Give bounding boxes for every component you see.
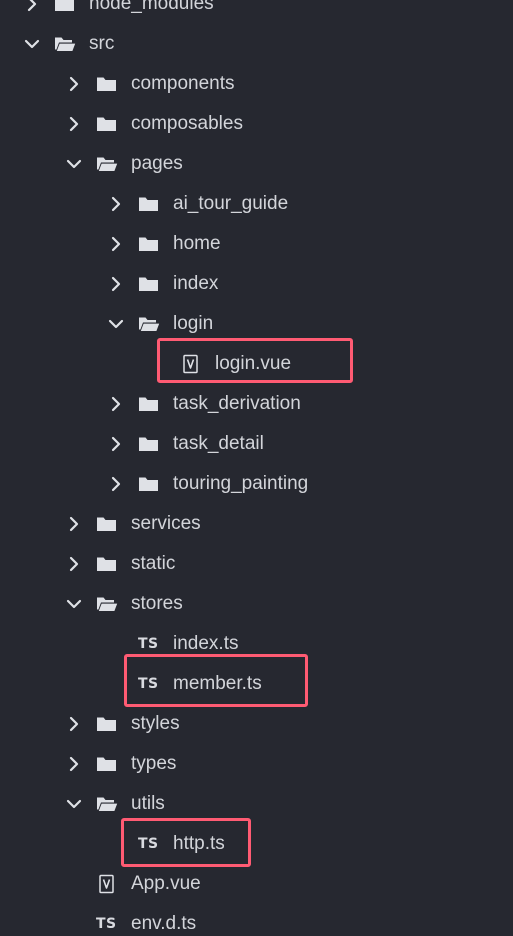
chevron-down-icon[interactable] <box>66 156 82 172</box>
chevron-right-icon[interactable] <box>66 556 82 572</box>
folder-icon <box>96 114 118 134</box>
tree-folder-task-detail[interactable]: task_detail <box>0 424 513 464</box>
folder-open-icon <box>54 34 76 54</box>
tree-folder-static[interactable]: static <box>0 544 513 584</box>
folder-icon <box>138 274 160 294</box>
tree-item-label: services <box>131 513 201 534</box>
tree-folder-task-derivation[interactable]: task_derivation <box>0 384 513 424</box>
tree-item-label: utils <box>131 793 165 814</box>
tree-folder-home[interactable]: home <box>0 224 513 264</box>
chevron-right-icon[interactable] <box>66 716 82 732</box>
tree-item-label: login <box>173 313 214 334</box>
folder-icon <box>138 434 160 454</box>
folder-icon <box>96 514 118 534</box>
tree-file-env-d-ts[interactable]: TS env.d.ts <box>0 904 513 936</box>
chevron-down-icon[interactable] <box>24 36 40 52</box>
folder-icon <box>138 394 160 414</box>
tree-item-label: login.vue <box>215 353 292 374</box>
chevron-right-icon[interactable] <box>108 476 124 492</box>
tree-folder-styles[interactable]: styles <box>0 704 513 744</box>
tree-item-label: ai_tour_guide <box>173 193 289 214</box>
tree-item-label: task_detail <box>173 433 264 454</box>
tree-item-label: components <box>131 73 235 94</box>
chevron-right-icon[interactable] <box>66 756 82 772</box>
chevron-right-icon[interactable] <box>108 276 124 292</box>
tree-file-index-ts[interactable]: TS index.ts <box>0 624 513 664</box>
folder-icon <box>138 234 160 254</box>
tree-item-label: node_modules <box>89 0 214 14</box>
tree-item-label: task_derivation <box>173 393 301 414</box>
tree-item-label: http.ts <box>173 833 225 854</box>
chevron-right-icon[interactable] <box>108 236 124 252</box>
tree-item-label: member.ts <box>173 673 262 694</box>
chevron-right-icon[interactable] <box>66 76 82 92</box>
vue-file-icon <box>96 874 118 894</box>
tree-item-label: stores <box>131 593 183 614</box>
typescript-file-icon: TS <box>138 676 159 692</box>
chevron-down-icon[interactable] <box>66 796 82 812</box>
tree-item-label: composables <box>131 113 243 134</box>
folder-icon <box>138 474 160 494</box>
folder-icon <box>96 554 118 574</box>
tree-folder-node-modules[interactable]: node_modules <box>0 0 513 24</box>
chevron-right-icon[interactable] <box>108 396 124 412</box>
chevron-right-icon[interactable] <box>24 0 40 12</box>
tree-file-http-ts[interactable]: TS http.ts <box>0 824 513 864</box>
vue-file-icon <box>180 354 202 374</box>
folder-icon <box>96 74 118 94</box>
tree-folder-composables[interactable]: composables <box>0 104 513 144</box>
tree-item-label: pages <box>131 153 183 174</box>
tree-folder-pages[interactable]: pages <box>0 144 513 184</box>
tree-item-label: App.vue <box>131 873 201 894</box>
typescript-file-icon: TS <box>138 636 159 652</box>
tree-file-member-ts[interactable]: TS member.ts <box>0 664 513 704</box>
chevron-right-icon[interactable] <box>108 436 124 452</box>
tree-item-label: static <box>131 553 176 574</box>
tree-folder-ai-tour-guide[interactable]: ai_tour_guide <box>0 184 513 224</box>
tree-folder-types[interactable]: types <box>0 744 513 784</box>
tree-folder-stores[interactable]: stores <box>0 584 513 624</box>
folder-open-icon <box>138 314 160 334</box>
folder-icon <box>96 714 118 734</box>
tree-folder-touring-painting[interactable]: touring_painting <box>0 464 513 504</box>
tree-folder-index[interactable]: index <box>0 264 513 304</box>
tree-folder-services[interactable]: services <box>0 504 513 544</box>
tree-item-label: src <box>89 33 115 54</box>
tree-item-label: styles <box>131 713 180 734</box>
tree-file-app-vue[interactable]: App.vue <box>0 864 513 904</box>
tree-folder-utils[interactable]: utils <box>0 784 513 824</box>
folder-icon <box>138 194 160 214</box>
tree-item-label: env.d.ts <box>131 913 197 934</box>
tree-file-login-vue[interactable]: login.vue <box>0 344 513 384</box>
tree-folder-src[interactable]: src <box>0 24 513 64</box>
folder-open-icon <box>96 154 118 174</box>
folder-icon <box>54 0 76 14</box>
chevron-right-icon[interactable] <box>108 196 124 212</box>
chevron-down-icon[interactable] <box>66 596 82 612</box>
tree-item-label: index <box>173 273 219 294</box>
folder-open-icon <box>96 794 118 814</box>
tree-folder-login[interactable]: login <box>0 304 513 344</box>
tree-item-label: touring_painting <box>173 473 309 494</box>
folder-open-icon <box>96 594 118 614</box>
tree-folder-components[interactable]: components <box>0 64 513 104</box>
chevron-right-icon[interactable] <box>66 516 82 532</box>
tree-item-label: index.ts <box>173 633 239 654</box>
typescript-file-icon: TS <box>138 836 159 852</box>
folder-icon <box>96 754 118 774</box>
chevron-down-icon[interactable] <box>108 316 124 332</box>
tree-item-label: types <box>131 753 177 774</box>
chevron-right-icon[interactable] <box>66 116 82 132</box>
tree-item-label: home <box>173 233 221 254</box>
typescript-file-icon: TS <box>96 916 117 932</box>
explorer-tree: node_modulessrc components composables page… <box>0 0 513 936</box>
